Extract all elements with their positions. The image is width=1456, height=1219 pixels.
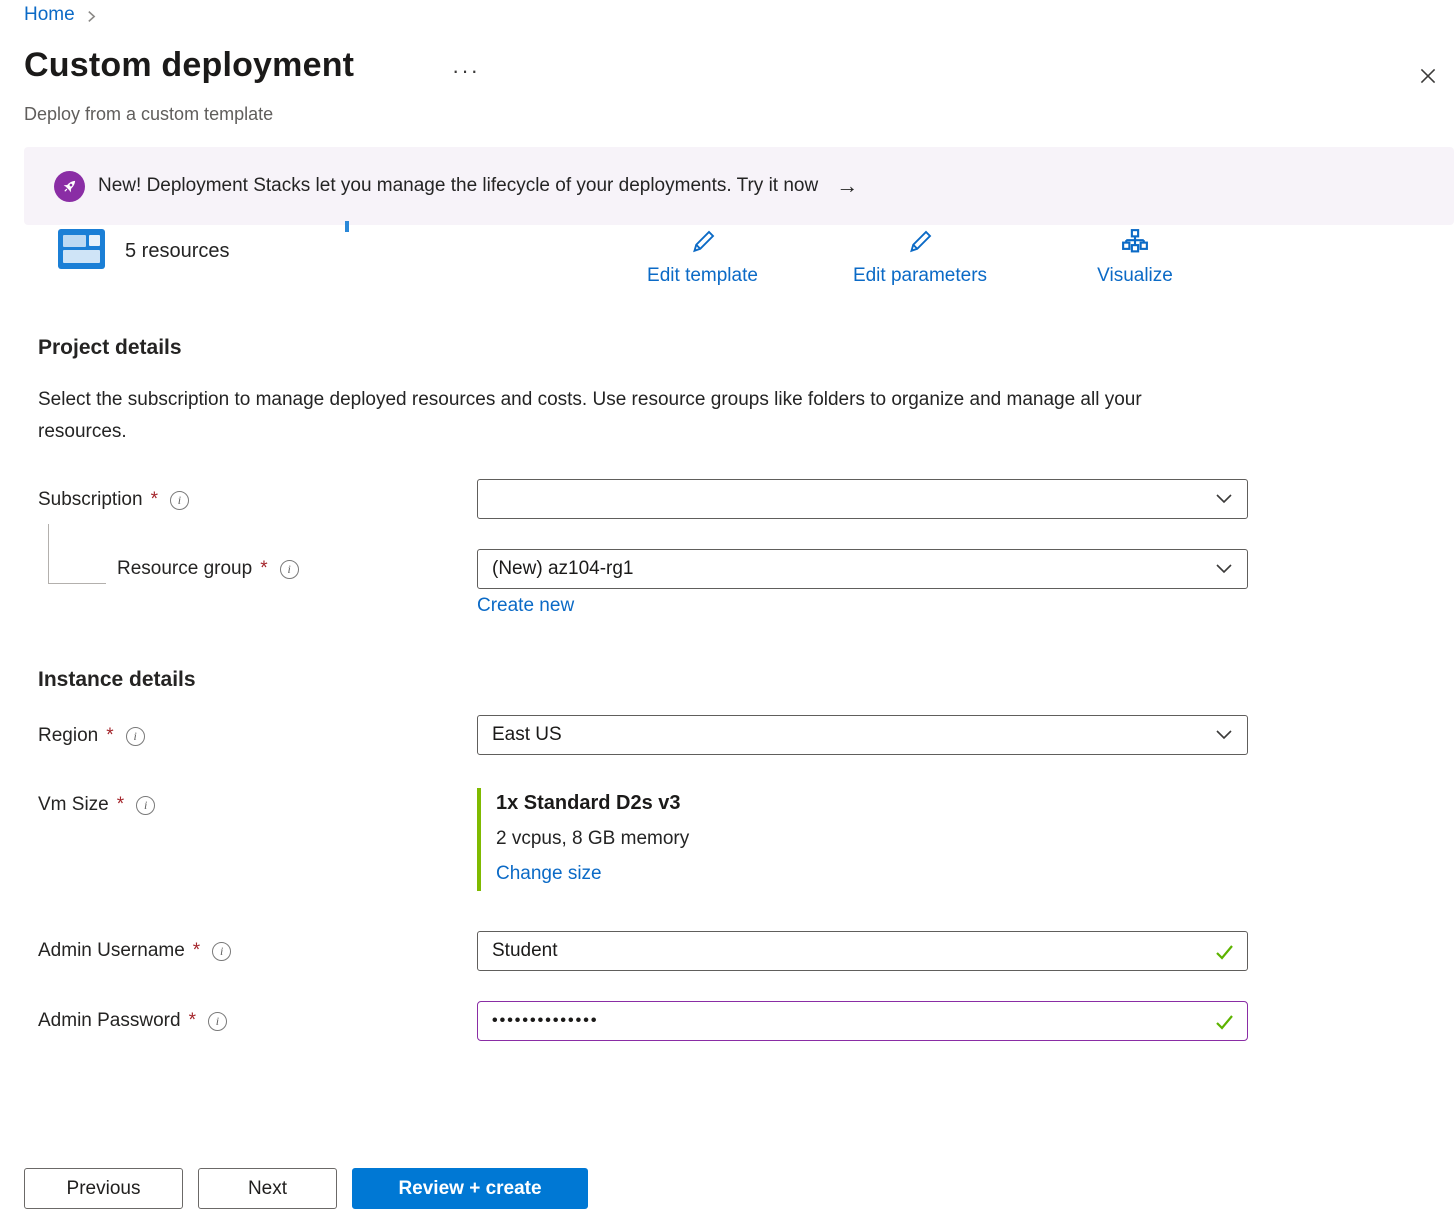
required-marker: * xyxy=(193,940,200,962)
info-icon[interactable]: i xyxy=(170,491,189,510)
subscription-label-row: Subscription * i xyxy=(38,489,189,511)
review-create-button[interactable]: Review + create xyxy=(352,1168,588,1209)
region-value: East US xyxy=(492,724,562,746)
banner-arrow-icon: → xyxy=(836,173,858,199)
instance-details-heading: Instance details xyxy=(38,668,196,692)
valid-check-icon xyxy=(1213,941,1235,968)
admin-username-label-row: Admin Username * i xyxy=(38,940,231,962)
edit-parameters-label: Edit parameters xyxy=(853,265,987,287)
edit-template-button[interactable]: Edit template xyxy=(630,227,775,287)
field-connector-horizontal xyxy=(48,583,106,584)
region-select[interactable]: East US xyxy=(477,715,1248,755)
resource-group-value: (New) az104-rg1 xyxy=(492,558,634,580)
edit-template-label: Edit template xyxy=(647,265,758,287)
admin-username-label: Admin Username xyxy=(38,940,185,962)
info-icon[interactable]: i xyxy=(126,727,145,746)
close-icon xyxy=(1417,65,1439,87)
valid-check-icon xyxy=(1213,1011,1235,1038)
required-marker: * xyxy=(189,1010,196,1032)
resources-count: 5 resources xyxy=(125,240,230,263)
pencil-icon xyxy=(688,227,718,262)
page-title: Custom deployment xyxy=(24,46,354,85)
visualize-label: Visualize xyxy=(1097,265,1173,287)
clipped-content-artifact xyxy=(345,221,349,232)
admin-username-field-wrap xyxy=(477,931,1248,971)
required-marker: * xyxy=(260,558,267,580)
chevron-down-icon xyxy=(1215,493,1233,505)
region-label-row: Region * i xyxy=(38,725,145,747)
breadcrumb: Home xyxy=(24,4,98,26)
create-new-link[interactable]: Create new xyxy=(477,595,574,617)
chevron-down-icon xyxy=(1215,729,1233,741)
admin-password-field-wrap xyxy=(477,1001,1248,1041)
resource-group-select[interactable]: (New) az104-rg1 xyxy=(477,549,1248,589)
info-icon[interactable]: i xyxy=(212,942,231,961)
chevron-down-icon xyxy=(1215,563,1233,575)
vm-size-label-row: Vm Size * i xyxy=(38,794,155,816)
org-chart-icon xyxy=(1119,227,1151,262)
vm-size-label: Vm Size xyxy=(38,794,109,816)
project-details-heading: Project details xyxy=(38,336,182,360)
field-connector-vertical xyxy=(48,524,49,584)
custom-deployment-page: Home Custom deployment ··· Deploy from a… xyxy=(0,0,1456,1219)
visualize-button[interactable]: Visualize xyxy=(1075,227,1195,287)
subscription-label: Subscription xyxy=(38,489,143,511)
info-icon[interactable]: i xyxy=(208,1012,227,1031)
banner-message: New! Deployment Stacks let you manage th… xyxy=(98,175,818,197)
edit-parameters-button[interactable]: Edit parameters xyxy=(835,227,1005,287)
vm-size-summary: 1x Standard D2s v3 2 vcpus, 8 GB memory … xyxy=(477,788,689,891)
breadcrumb-chevron-icon xyxy=(85,10,98,23)
admin-password-input[interactable] xyxy=(478,1002,1247,1040)
next-button[interactable]: Next xyxy=(198,1168,337,1209)
required-marker: * xyxy=(151,489,158,511)
admin-password-label: Admin Password xyxy=(38,1010,181,1032)
info-icon[interactable]: i xyxy=(280,560,299,579)
resource-group-label: Resource group xyxy=(117,558,252,580)
project-details-description: Select the subscription to manage deploy… xyxy=(38,384,1188,448)
page-subtitle: Deploy from a custom template xyxy=(24,104,273,125)
vm-size-selection: 1x Standard D2s v3 xyxy=(496,792,689,815)
pencil-icon xyxy=(905,227,935,262)
vm-size-specs: 2 vcpus, 8 GB memory xyxy=(496,828,689,850)
template-icon xyxy=(58,229,105,269)
breadcrumb-home-link[interactable]: Home xyxy=(24,4,75,26)
rocket-icon xyxy=(54,171,85,202)
required-marker: * xyxy=(117,794,124,816)
resource-group-label-row: Resource group * i xyxy=(117,558,299,580)
change-size-link[interactable]: Change size xyxy=(496,863,689,885)
admin-password-label-row: Admin Password * i xyxy=(38,1010,227,1032)
region-label: Region xyxy=(38,725,98,747)
admin-username-input[interactable] xyxy=(478,932,1247,970)
more-menu-button[interactable]: ··· xyxy=(452,58,480,84)
subscription-select[interactable] xyxy=(477,479,1248,519)
previous-button[interactable]: Previous xyxy=(24,1168,183,1209)
close-button[interactable] xyxy=(1412,60,1444,92)
required-marker: * xyxy=(106,725,113,747)
info-icon[interactable]: i xyxy=(136,796,155,815)
deployment-stacks-banner[interactable]: New! Deployment Stacks let you manage th… xyxy=(24,147,1454,225)
